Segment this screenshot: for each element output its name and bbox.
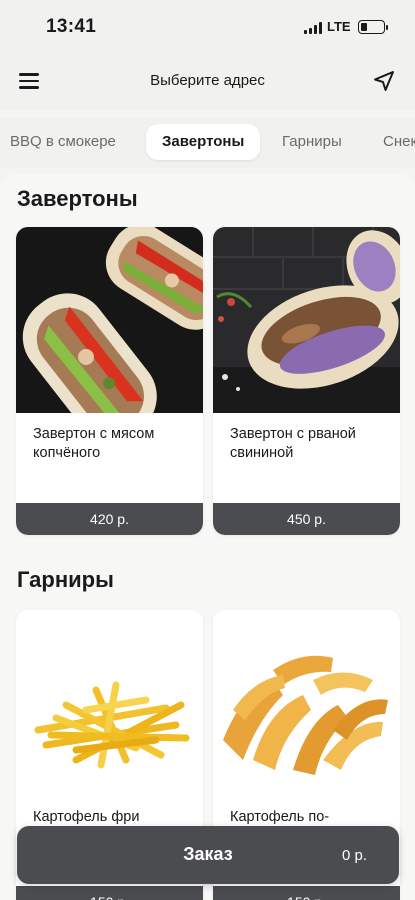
product-price[interactable]: 450 р. bbox=[213, 503, 400, 535]
category-tabs: BBQ в смокере Завертоны Гарниры Снеки bbox=[0, 118, 415, 168]
network-label: LTE bbox=[327, 19, 351, 34]
navigation-arrow-icon[interactable] bbox=[371, 68, 397, 94]
status-bar: 13:41 LTE bbox=[0, 0, 415, 54]
product-name: Завертон с рваной свининой bbox=[230, 426, 356, 461]
product-card[interactable]: Завертон с рваной свининой 450 р. bbox=[213, 227, 400, 535]
app-header: Выберите адрес bbox=[0, 54, 415, 110]
french-fries-photo bbox=[16, 610, 203, 796]
menu-content: Завертоны Завертон с мясом копчёного 420… bbox=[0, 174, 415, 900]
section-title-garniry: Гарниры bbox=[17, 567, 114, 592]
tab-snacks[interactable]: Снеки bbox=[383, 124, 415, 160]
wrap-with-pulled-pork-photo bbox=[213, 227, 400, 413]
order-total: 0 р. bbox=[341, 847, 367, 864]
battery-level bbox=[361, 23, 367, 31]
potato-wedges-photo bbox=[213, 610, 400, 796]
wrap-with-smoked-meat-photo bbox=[16, 227, 203, 413]
tab-zavertony[interactable]: Завертоны bbox=[146, 124, 261, 160]
address-selector[interactable]: Выберите адрес bbox=[0, 72, 415, 89]
product-price[interactable]: 150 р. bbox=[16, 886, 203, 900]
status-time: 13:41 bbox=[46, 16, 97, 37]
product-name: Картофель по- bbox=[230, 809, 330, 825]
tab-garniry[interactable]: Гарниры bbox=[282, 124, 342, 160]
product-price[interactable]: 420 р. bbox=[16, 503, 203, 535]
section-title-zavertony: Завертоны bbox=[17, 186, 138, 211]
battery-icon bbox=[358, 20, 388, 34]
product-name: Картофель фри bbox=[33, 809, 140, 825]
signal-icon bbox=[304, 22, 322, 34]
product-name: Завертон с мясом копчёного bbox=[33, 426, 155, 461]
order-button[interactable]: Заказ 0 р. bbox=[17, 826, 399, 884]
tab-bbq[interactable]: BBQ в смокере bbox=[10, 124, 116, 160]
product-price[interactable]: 150 р. bbox=[213, 886, 400, 900]
product-card[interactable]: Завертон с мясом копчёного 420 р. bbox=[16, 227, 203, 535]
